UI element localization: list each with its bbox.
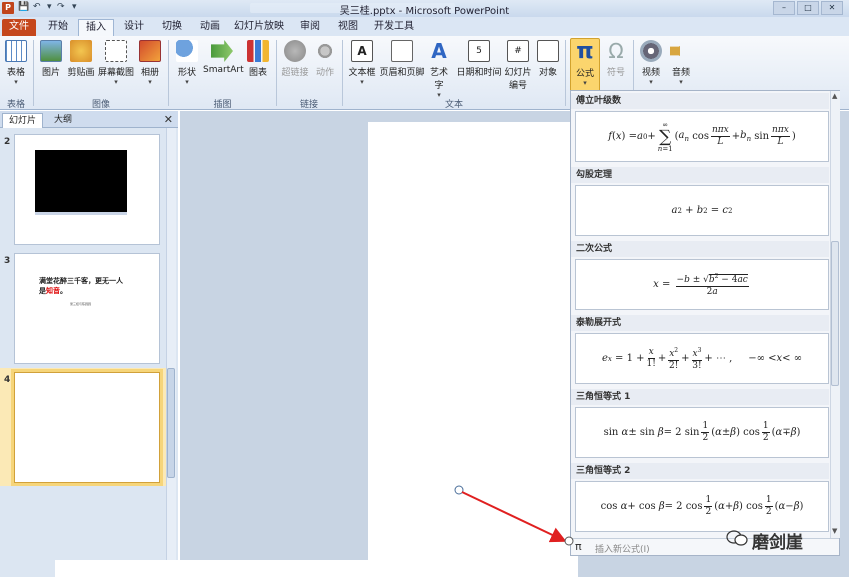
wechat-icon bbox=[726, 530, 748, 546]
annotation-arrow bbox=[454, 485, 574, 546]
watermark-text: 磨剑崖 bbox=[752, 533, 803, 553]
